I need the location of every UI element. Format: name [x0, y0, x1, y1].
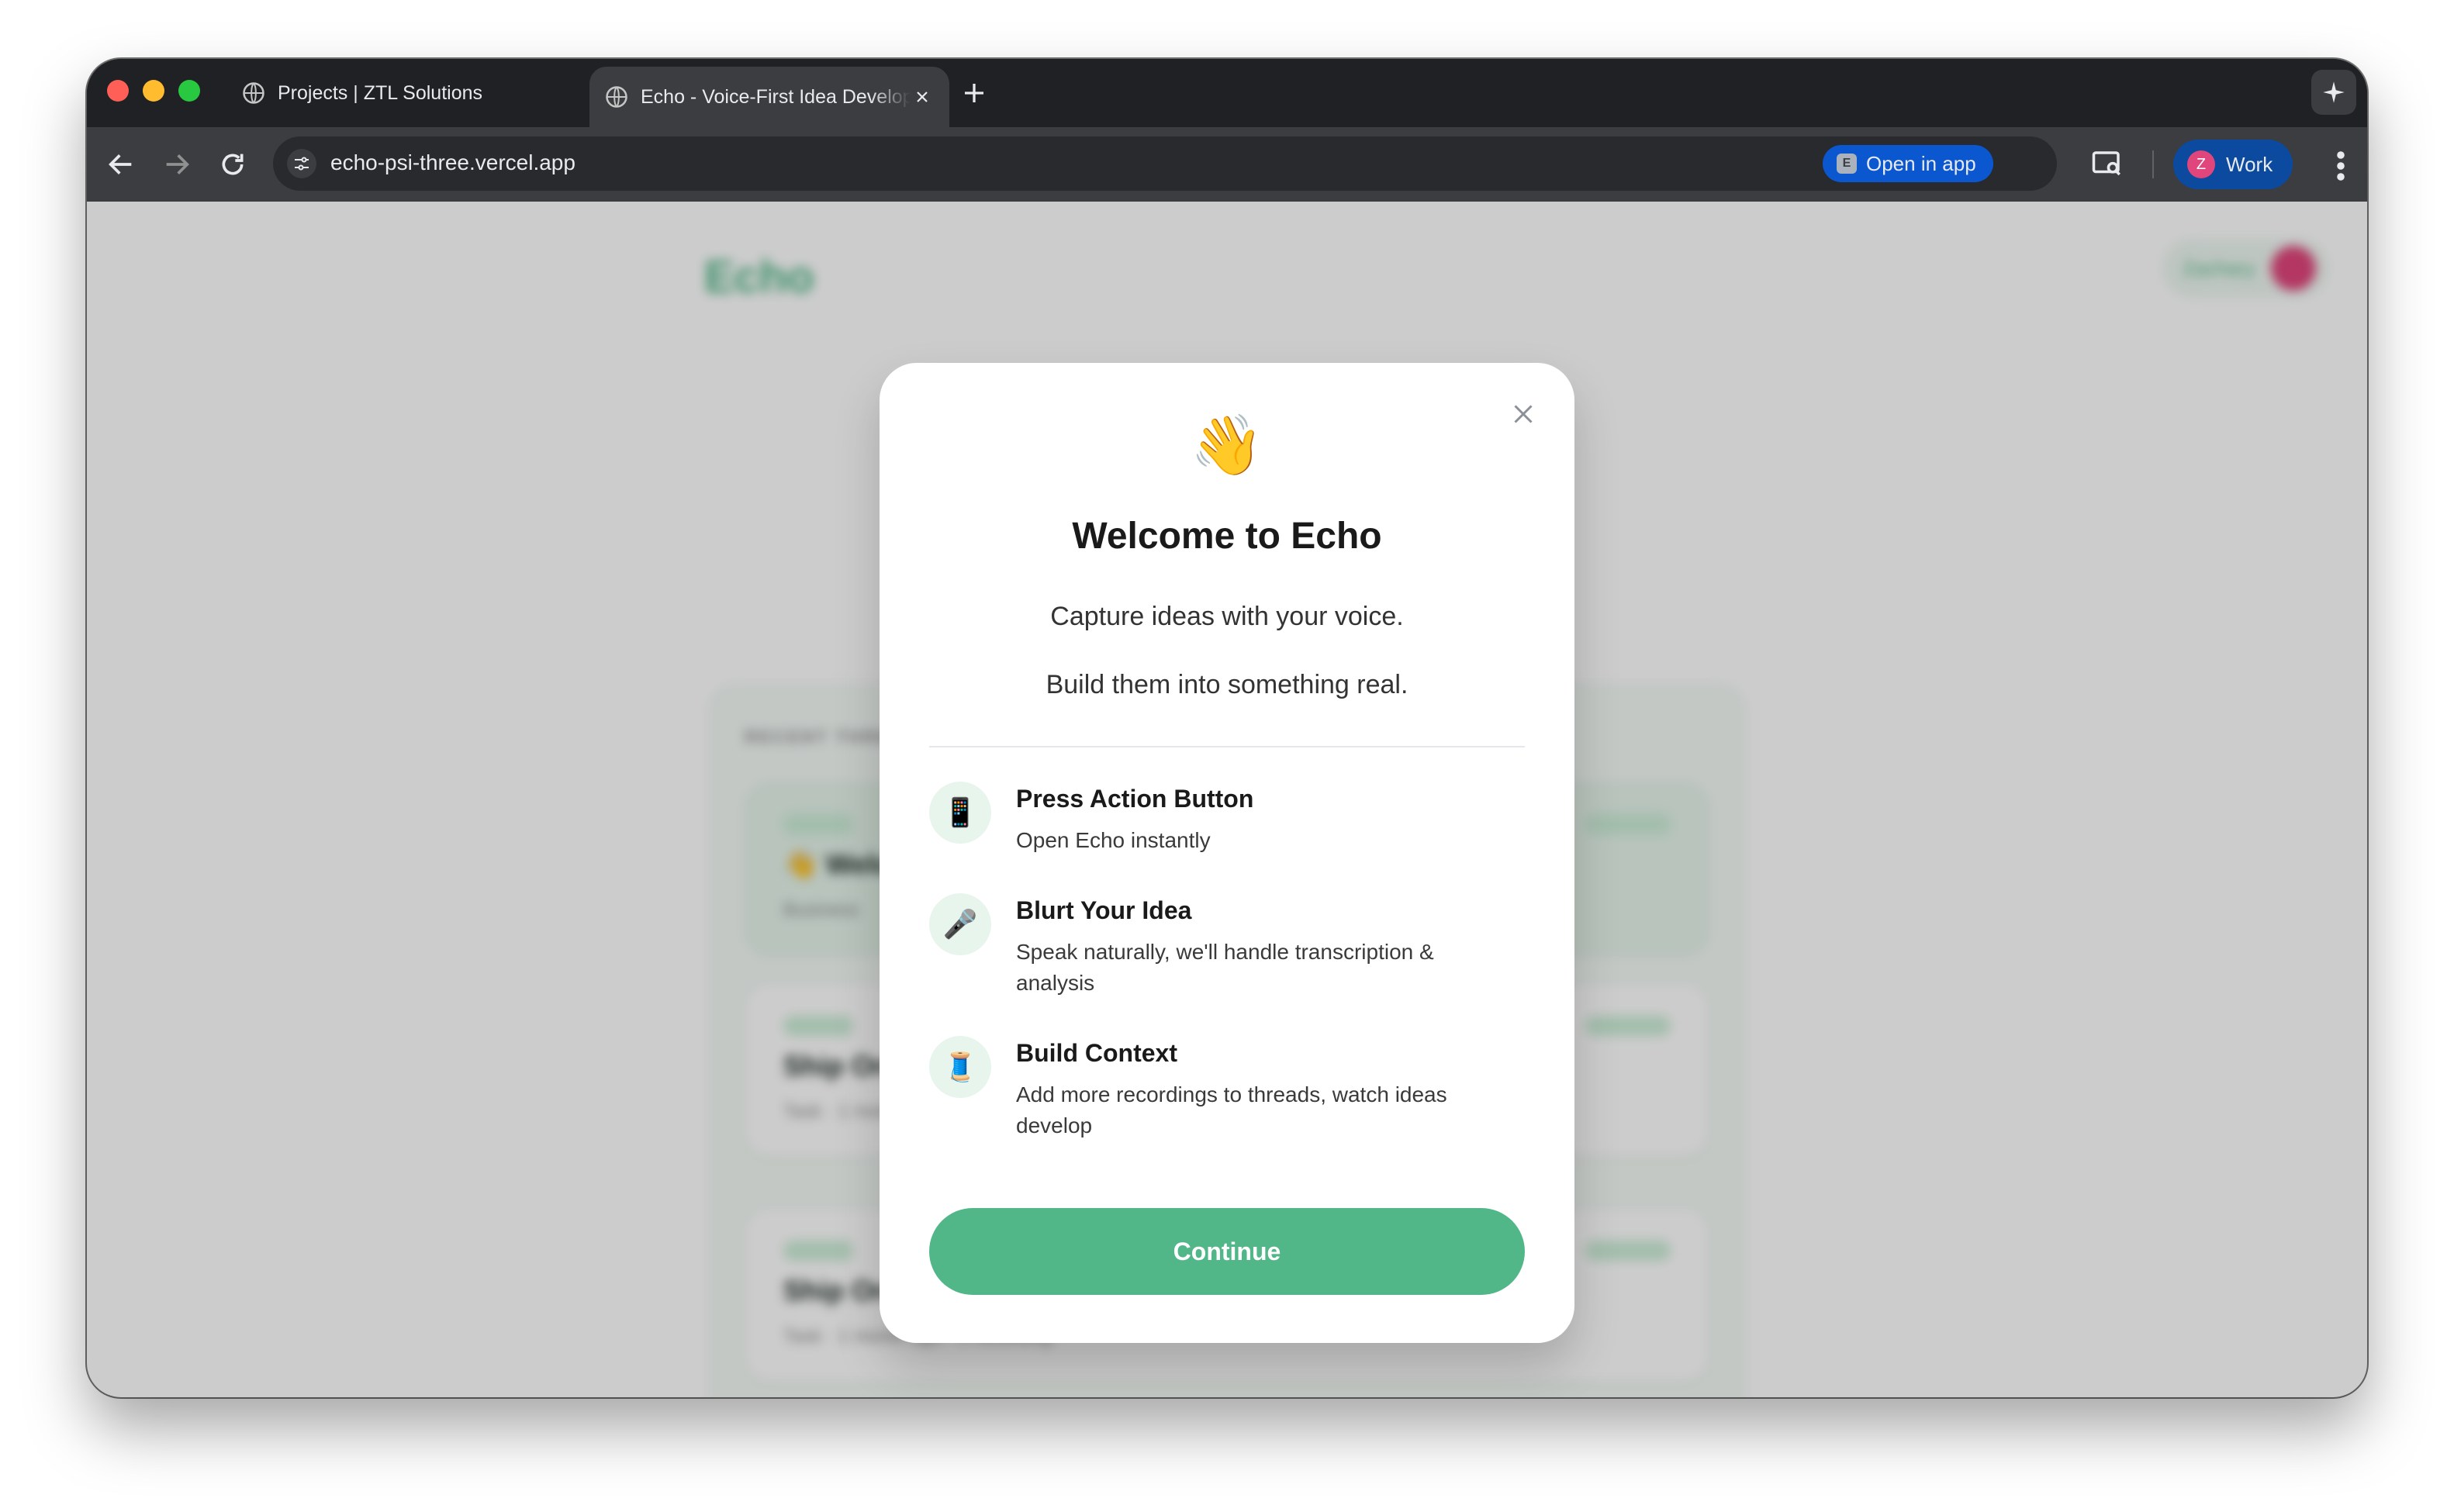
- toolbar-divider: [2152, 150, 2154, 178]
- sparkle-icon[interactable]: [2311, 70, 2356, 115]
- reload-icon[interactable]: [217, 149, 248, 180]
- open-in-app-label: Open in app: [1866, 151, 1976, 175]
- welcome-modal: 👋 Welcome to Echo Capture ideas with you…: [880, 363, 1574, 1343]
- forward-arrow-icon[interactable]: [161, 149, 192, 180]
- new-tab-icon[interactable]: [960, 79, 988, 107]
- more-options-icon[interactable]: [2336, 150, 2345, 181]
- globe-icon: [606, 86, 627, 108]
- back-arrow-icon[interactable]: [105, 149, 137, 180]
- tab-strip: Projects | ZTL Solutions Echo - Voice-Fi…: [87, 59, 2367, 127]
- zoom-window-button[interactable]: [178, 80, 200, 102]
- app-badge-icon: E: [1837, 154, 1857, 174]
- page-content: Echo Zachary RECENT THREADS 👋 Welcome to…: [87, 202, 2367, 1397]
- tab-echo[interactable]: Echo - Voice-First Idea Development: [589, 67, 949, 127]
- browser-window: Projects | ZTL Solutions Echo - Voice-Fi…: [87, 59, 2367, 1397]
- waving-hand-icon: 👋: [1190, 413, 1264, 478]
- avatar: Z: [2187, 150, 2215, 178]
- modal-subtitle: Build them into something real.: [1046, 670, 1408, 699]
- feature-description: Open Echo instantly: [1016, 828, 1211, 852]
- browser-toolbar: echo-psi-three.vercel.app E Open in app …: [87, 127, 2367, 202]
- profile-button[interactable]: Z Work: [2173, 140, 2293, 189]
- address-bar[interactable]: echo-psi-three.vercel.app E Open in app: [273, 136, 2217, 191]
- feature-title: Press Action Button: [1016, 785, 1254, 813]
- feature-title: Blurt Your Idea: [1016, 896, 1192, 924]
- phone-icon: 📱: [929, 782, 991, 844]
- search-tab-icon[interactable]: [2091, 147, 2124, 180]
- modal-subtitle: Capture ideas with your voice.: [1050, 602, 1404, 631]
- modal-title: Welcome to Echo: [1072, 516, 1382, 557]
- feature-description: Add more recordings to threads, watch id…: [1016, 1082, 1447, 1137]
- close-tab-icon[interactable]: [911, 85, 934, 109]
- close-window-button[interactable]: [107, 80, 129, 102]
- tab-title: Projects | ZTL Solutions: [278, 81, 483, 104]
- feature-description: Speak naturally, we'll handle transcript…: [1016, 940, 1434, 995]
- continue-button[interactable]: Continue: [929, 1208, 1525, 1295]
- minimize-window-button[interactable]: [143, 80, 164, 102]
- divider: [929, 746, 1525, 747]
- feature-title: Build Context: [1016, 1039, 1177, 1067]
- open-in-app-button[interactable]: E Open in app: [1823, 145, 1993, 182]
- globe-icon: [243, 82, 264, 104]
- url-text: echo-psi-three.vercel.app: [330, 150, 575, 174]
- profile-label: Work: [2226, 152, 2273, 176]
- thread-spool-icon: 🧵: [929, 1036, 991, 1098]
- tab-title: Echo - Voice-First Idea Development: [641, 85, 911, 108]
- site-settings-icon[interactable]: [287, 149, 316, 178]
- microphone-icon: 🎤: [929, 893, 991, 955]
